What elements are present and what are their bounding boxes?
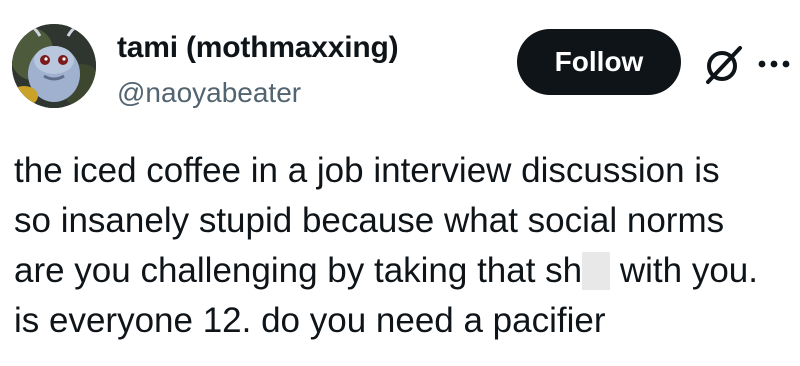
censor-box [582, 252, 611, 290]
tweet-line-3-start: are you challenging by taking that sh [14, 251, 583, 290]
tweet-line-3-end: with you. [610, 251, 759, 290]
tweet-card: tami (mothmaxxing) @naoyabeater Follow t… [0, 0, 800, 366]
tweet-line-3: are you challenging by taking that sh wi… [14, 246, 794, 296]
tweet-line-4: is everyone 12. do you need a pacifier [14, 301, 606, 340]
bug-creature-avatar-icon [12, 24, 96, 108]
more-icon[interactable] [756, 52, 792, 76]
tweet-line-1: the iced coffee in a job interview discu… [14, 151, 720, 190]
user-info: tami (mothmaxxing) @naoyabeater [117, 30, 399, 110]
avatar[interactable] [12, 24, 96, 108]
follow-button[interactable]: Follow [517, 29, 681, 95]
display-name[interactable]: tami (mothmaxxing) [117, 30, 399, 66]
handle[interactable]: @naoyabeater [117, 76, 398, 110]
tweet-line-2: so insanely stupid because what social n… [14, 201, 725, 240]
grok-icon[interactable] [702, 42, 746, 86]
tweet-text: the iced coffee in a job interview discu… [14, 146, 794, 346]
